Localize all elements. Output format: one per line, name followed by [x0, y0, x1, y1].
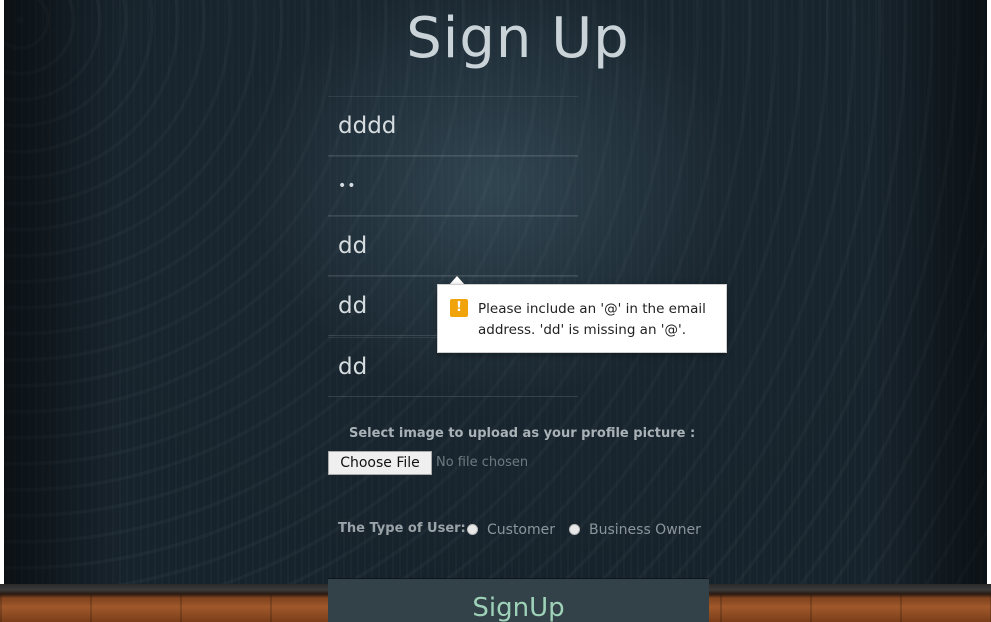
validation-message: Please include an '@' in the email addre…	[478, 301, 706, 338]
warning-icon: !	[450, 299, 468, 317]
password-field[interactable]: ••	[328, 156, 578, 216]
customer-radio-label[interactable]: Customer	[487, 522, 555, 538]
page-title: Sign Up	[406, 6, 630, 71]
email-field[interactable]: dd	[328, 216, 578, 276]
choose-file-button[interactable]: Choose File	[328, 451, 432, 475]
upload-label: Select image to upload as your profile p…	[349, 426, 696, 441]
business-owner-radio-label[interactable]: Business Owner	[589, 522, 701, 538]
no-file-chosen-text: No file chosen	[436, 455, 529, 470]
username-field[interactable]: dddd	[328, 96, 578, 156]
customer-radio[interactable]	[467, 524, 478, 535]
business-owner-radio[interactable]	[569, 524, 580, 535]
user-type-label: The Type of User:	[338, 521, 466, 536]
signup-button[interactable]: SignUp	[328, 579, 709, 622]
right-edge	[987, 0, 991, 622]
left-edge	[0, 0, 4, 622]
validation-tooltip: ! Please include an '@' in the email add…	[437, 284, 727, 353]
